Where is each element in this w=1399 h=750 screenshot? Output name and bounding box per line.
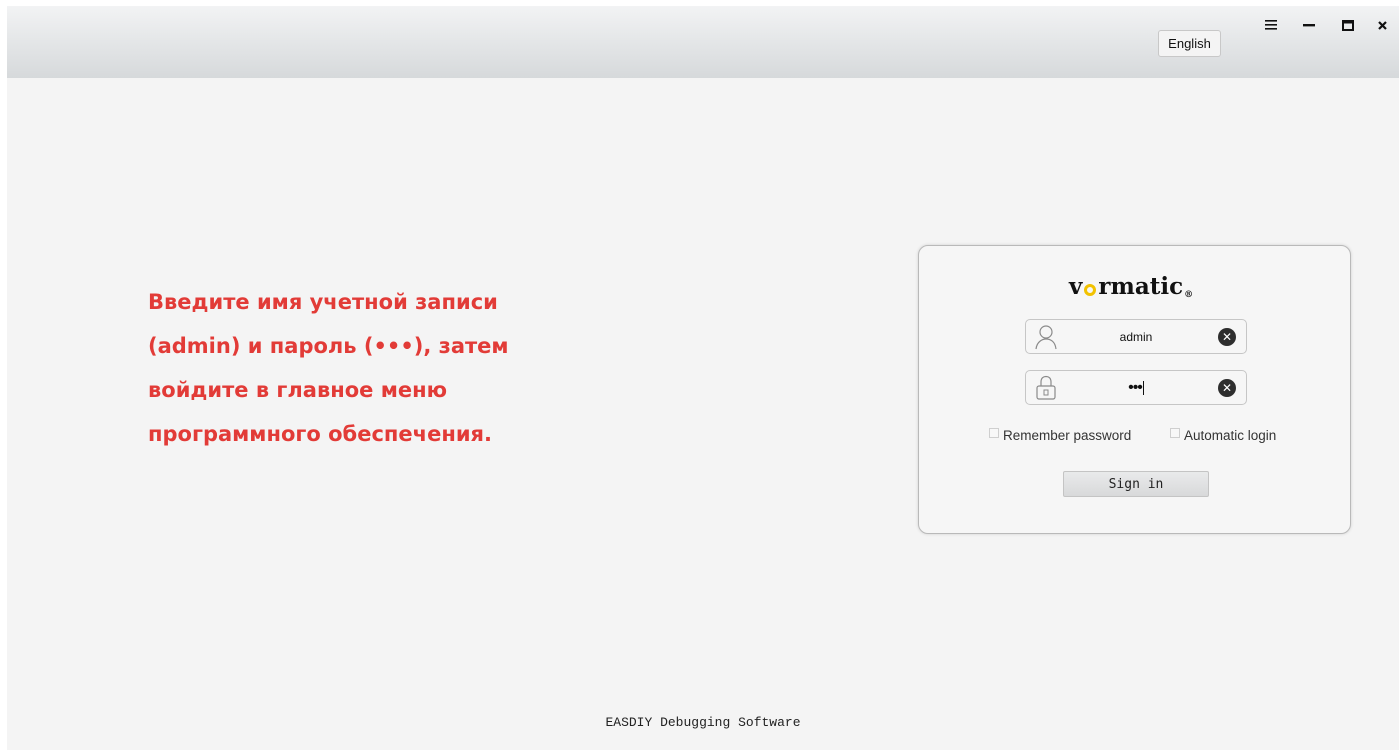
login-panel: v rmatic ® admin ✕ ••• ✕ Remember passwo… <box>918 245 1351 534</box>
sign-in-button[interactable]: Sign in <box>1063 471 1209 497</box>
instruction-line: войдите в главное меню <box>148 378 448 402</box>
automatic-login-checkbox[interactable]: Automatic login <box>1170 426 1276 444</box>
instruction-line: Введите имя учетной записи <box>148 290 498 314</box>
logo-ring-icon <box>1084 284 1097 296</box>
hamburger-icon[interactable] <box>1261 14 1281 36</box>
automatic-login-label: Automatic login <box>1184 427 1277 443</box>
password-field[interactable]: ••• ✕ <box>1025 370 1247 405</box>
password-dots: ••• <box>1128 378 1143 396</box>
registered-mark: ® <box>1184 290 1194 300</box>
instruction-line: программного обеспечения. <box>148 422 492 446</box>
vormatic-logo: v rmatic ® <box>1069 270 1209 300</box>
instruction-text: Введите имя учетной записи (admin) и пар… <box>148 280 588 456</box>
maximize-icon[interactable] <box>1338 14 1358 36</box>
lock-icon <box>1036 375 1056 400</box>
checkbox-box[interactable] <box>1170 428 1180 438</box>
text-caret <box>1142 380 1144 395</box>
footer-text: EASDIY Debugging Software <box>605 715 801 730</box>
instruction-line: (admin) и пароль (•••), затем <box>148 334 509 358</box>
clear-icon[interactable]: ✕ <box>1218 328 1236 346</box>
title-bar: English <box>7 6 1399 78</box>
logo-text-end: rmatic <box>1098 273 1184 300</box>
checkbox-box[interactable] <box>989 428 999 438</box>
language-button[interactable]: English <box>1158 30 1221 57</box>
username-value[interactable]: admin <box>1066 320 1206 353</box>
close-icon[interactable] <box>1372 14 1392 36</box>
app-window: English Введите имя учетной записи (admi… <box>7 6 1399 750</box>
remember-password-checkbox[interactable]: Remember password <box>989 426 1131 444</box>
logo-text-start: v <box>1069 273 1083 300</box>
clear-icon[interactable]: ✕ <box>1218 379 1236 397</box>
remember-password-label: Remember password <box>1003 427 1132 443</box>
minimize-icon[interactable] <box>1299 14 1319 36</box>
username-field[interactable]: admin ✕ <box>1025 319 1247 354</box>
password-value[interactable]: ••• <box>1066 371 1206 404</box>
user-icon <box>1035 325 1057 350</box>
